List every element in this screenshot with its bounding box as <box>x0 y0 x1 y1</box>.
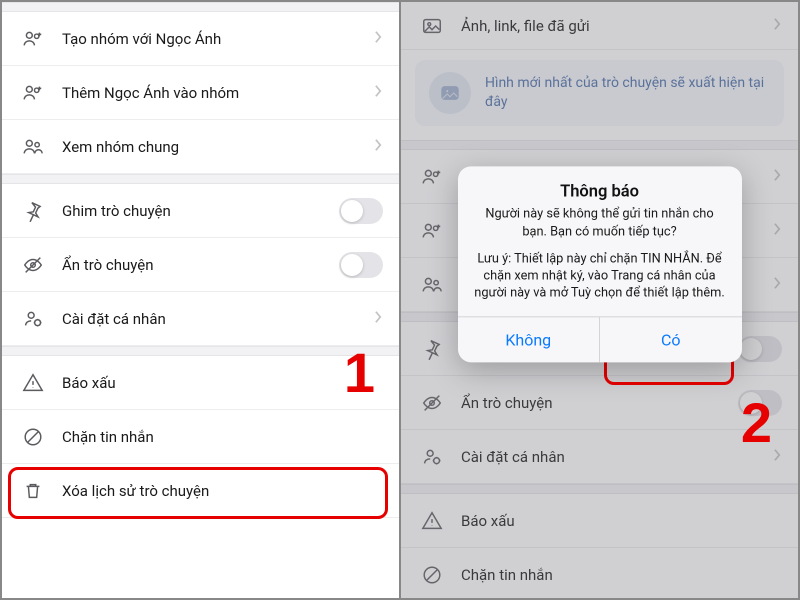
chevron-right-icon <box>374 308 383 329</box>
group-plus-icon <box>419 164 445 190</box>
hint-text: Hình mới nhất của trò chuyện sẽ xuất hiệ… <box>485 74 770 112</box>
chevron-right-icon <box>773 446 782 467</box>
row-label: Thêm Ngọc Ánh vào nhóm <box>62 84 374 102</box>
row-label: Ảnh, link, file đã gửi <box>461 17 773 35</box>
row-create-group[interactable]: Tạo nhóm với Ngọc Ánh <box>2 12 399 66</box>
row-label: Xóa lịch sử trò chuyện <box>62 482 383 500</box>
chevron-right-icon <box>773 17 782 35</box>
alert-buttons: Không Có <box>458 316 742 362</box>
toggle-pin[interactable] <box>738 336 782 362</box>
block-icon <box>419 562 445 588</box>
row-block-messages[interactable]: Chặn tin nhắn <box>401 548 798 598</box>
pane-step-2: Ảnh, link, file đã gửi Hình mới nhất của… <box>401 2 798 598</box>
chevron-right-icon <box>374 136 383 157</box>
section-gap <box>401 484 798 494</box>
group-icon <box>20 134 46 160</box>
row-label: Ẩn trò chuyện <box>461 394 738 412</box>
pin-icon <box>419 336 445 362</box>
alert-message: Người này sẽ không thể gửi tin nhắn cho … <box>474 206 726 241</box>
warning-icon <box>419 508 445 534</box>
row-report[interactable]: Báo xấu <box>2 356 399 410</box>
eye-off-icon <box>419 390 445 416</box>
group-icon <box>419 272 445 298</box>
confirm-alert: Thông báo Người này sẽ không thể gửi tin… <box>458 167 742 362</box>
toggle-pin[interactable] <box>339 198 383 224</box>
section-gap <box>2 174 399 184</box>
toggle-hide[interactable] <box>738 390 782 416</box>
tutorial-container: Tạo nhóm với Ngọc Ánh Thêm Ngọc Ánh vào … <box>0 0 800 600</box>
row-label: Chặn tin nhắn <box>62 428 383 446</box>
pin-icon <box>20 198 46 224</box>
chevron-right-icon <box>773 220 782 241</box>
row-pin-chat[interactable]: Ghim trò chuyện <box>2 184 399 238</box>
chevron-right-icon <box>374 82 383 103</box>
row-label: Cài đặt cá nhân <box>62 310 374 328</box>
row-label: Ẩn trò chuyện <box>62 256 339 274</box>
row-hide-chat[interactable]: Ẩn trò chuyện <box>401 376 798 430</box>
section-gap <box>2 346 399 356</box>
image-icon <box>419 13 445 39</box>
alert-yes-button[interactable]: Có <box>599 317 742 362</box>
row-personal-settings[interactable]: Cài đặt cá nhân <box>2 292 399 346</box>
row-delete-history[interactable]: Xóa lịch sử trò chuyện <box>2 464 399 518</box>
alert-no-button[interactable]: Không <box>458 317 600 362</box>
group-plus-icon <box>20 26 46 52</box>
warning-icon <box>20 370 46 396</box>
user-settings-icon <box>419 444 445 470</box>
group-plus-icon <box>419 218 445 244</box>
pane-step-1: Tạo nhóm với Ngọc Ánh Thêm Ngọc Ánh vào … <box>2 2 399 598</box>
user-settings-icon <box>20 306 46 332</box>
row-label: Cài đặt cá nhân <box>461 448 773 466</box>
row-label: Báo xấu <box>461 512 782 530</box>
row-label: Tạo nhóm với Ngọc Ánh <box>62 30 374 48</box>
section-gap <box>2 2 399 12</box>
alert-note: Lưu ý: Thiết lập này chỉ chặn TIN NHẮN. … <box>474 250 726 302</box>
chevron-right-icon <box>374 28 383 49</box>
chevron-right-icon <box>773 166 782 187</box>
row-label: Chặn tin nhắn <box>461 566 782 584</box>
row-media[interactable]: Ảnh, link, file đã gửi <box>401 2 798 50</box>
media-empty-hint: Hình mới nhất của trò chuyện sẽ xuất hiệ… <box>415 60 784 126</box>
eye-off-icon <box>20 252 46 278</box>
row-add-to-group[interactable]: Thêm Ngọc Ánh vào nhóm <box>2 66 399 120</box>
image-placeholder-icon <box>429 72 471 114</box>
row-block-messages[interactable]: Chặn tin nhắn <box>2 410 399 464</box>
trash-icon <box>20 478 46 504</box>
row-personal-settings[interactable]: Cài đặt cá nhân <box>401 430 798 484</box>
group-plus-icon <box>20 80 46 106</box>
toggle-hide[interactable] <box>339 252 383 278</box>
row-label: Xem nhóm chung <box>62 138 374 156</box>
row-label: Ghim trò chuyện <box>62 202 339 220</box>
alert-title: Thông báo <box>474 183 726 202</box>
row-report[interactable]: Báo xấu <box>401 494 798 548</box>
row-label: Báo xấu <box>62 374 383 392</box>
block-icon <box>20 424 46 450</box>
chevron-right-icon <box>773 274 782 295</box>
row-hide-chat[interactable]: Ẩn trò chuyện <box>2 238 399 292</box>
row-view-common-groups[interactable]: Xem nhóm chung <box>2 120 399 174</box>
section-gap <box>401 140 798 150</box>
